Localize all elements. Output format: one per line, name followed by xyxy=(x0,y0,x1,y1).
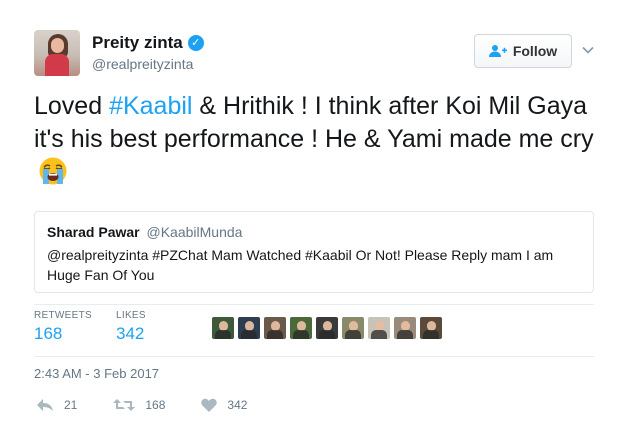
likes-count: 342 xyxy=(116,324,145,343)
liker-avatar[interactable] xyxy=(290,317,312,339)
divider xyxy=(34,304,594,305)
retweets-count: 168 xyxy=(34,324,63,343)
tweet-text: Loved #Kaabil & Hrithik ! I think after … xyxy=(34,90,594,195)
add-user-icon xyxy=(488,44,507,58)
follow-button[interactable]: Follow xyxy=(474,34,572,68)
reply-icon xyxy=(37,399,53,411)
liker-avatar[interactable] xyxy=(394,317,416,339)
tweet-actions: 21 168 342 xyxy=(36,398,283,412)
verified-badge-icon: ✓ xyxy=(187,35,204,51)
liker-avatar[interactable] xyxy=(316,317,338,339)
liker-avatar[interactable] xyxy=(368,317,390,339)
like-count: 342 xyxy=(227,398,248,412)
chevron-down-icon[interactable] xyxy=(581,43,595,57)
tweet-text-segment: Loved xyxy=(34,92,110,120)
retweet-action[interactable]: 168 xyxy=(113,398,165,412)
liker-avatar[interactable] xyxy=(264,317,286,339)
like-action[interactable]: 342 xyxy=(201,398,247,412)
heart-icon xyxy=(201,398,218,412)
hashtag-link[interactable]: #Kaabil xyxy=(109,92,192,120)
quoted-tweet[interactable]: Sharad Pawar @KaabilMunda @realpreityzin… xyxy=(34,211,594,293)
retweet-count: 168 xyxy=(145,398,166,412)
reply-count: 21 xyxy=(64,398,78,412)
tweet-timestamp[interactable]: 2:43 AM - 3 Feb 2017 xyxy=(34,366,159,381)
retweet-icon xyxy=(113,399,136,411)
quoted-author-name: Sharad Pawar xyxy=(47,224,140,240)
liker-avatar[interactable] xyxy=(212,317,234,339)
likes-label: LIKES xyxy=(116,310,146,321)
likers-avatars xyxy=(212,317,446,339)
author-name-row: Preity zinta ✓ xyxy=(92,33,204,53)
retweets-stat[interactable]: RETWEETS 168 xyxy=(34,310,92,344)
author-handle[interactable]: @realpreityzinta xyxy=(92,56,193,72)
crying-face-emoji-icon xyxy=(38,156,68,195)
tweet-card: Preity zinta ✓ @realpreityzinta Follow L… xyxy=(0,0,630,421)
likes-stat[interactable]: LIKES 342 xyxy=(116,310,146,344)
reply-action[interactable]: 21 xyxy=(36,398,77,412)
retweets-label: RETWEETS xyxy=(34,310,92,321)
liker-avatar[interactable] xyxy=(238,317,260,339)
author-avatar[interactable] xyxy=(34,30,80,76)
divider xyxy=(34,356,594,357)
quoted-author-handle: @KaabilMunda xyxy=(146,224,243,240)
liker-avatar[interactable] xyxy=(342,317,364,339)
follow-button-label: Follow xyxy=(512,43,558,59)
quoted-tweet-text: @realpreityzinta #PZChat Mam Watched #Ka… xyxy=(47,247,554,283)
liker-avatar[interactable] xyxy=(420,317,442,339)
author-name[interactable]: Preity zinta xyxy=(92,33,183,53)
